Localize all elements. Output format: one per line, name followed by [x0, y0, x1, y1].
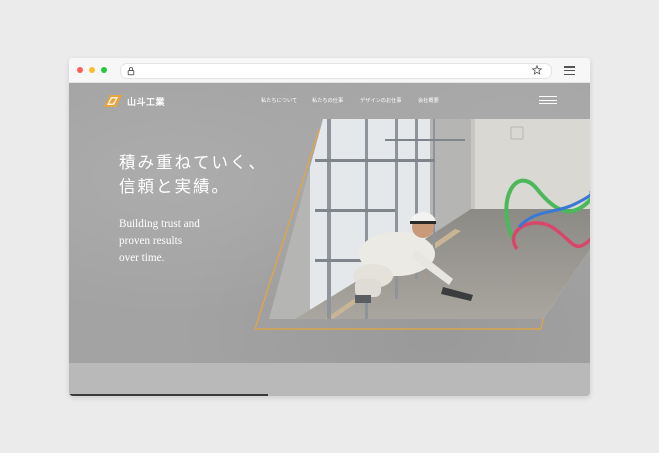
headline-line-2: 信頼と実績。: [119, 177, 230, 196]
tagline-line-3: over time.: [119, 252, 165, 264]
construction-photo: [269, 119, 590, 319]
lock-icon: [127, 67, 135, 76]
nav-item-company[interactable]: 会社概要: [418, 97, 439, 104]
minimize-window-button[interactable]: [89, 67, 95, 73]
nav-item-design[interactable]: デザインのお仕事: [360, 97, 402, 104]
hero-tagline: Building trust and proven results over t…: [119, 216, 200, 267]
hero-image: [255, 119, 590, 330]
site-menu-icon[interactable]: [539, 96, 557, 105]
website-viewport: 山斗工業 私たちについて 私たちの仕事 デザインのお仕事 会社概要 積み重ねてい…: [69, 83, 590, 396]
main-navigation: 私たちについて 私たちの仕事 デザインのお仕事 会社概要: [69, 97, 590, 107]
hero-headline: 積み重ねていく、 信頼と実績。: [119, 151, 267, 199]
browser-window: 山斗工業 私たちについて 私たちの仕事 デザインのお仕事 会社概要 積み重ねてい…: [69, 58, 590, 396]
next-section: [69, 363, 590, 396]
next-section-image-edge: [69, 394, 268, 396]
close-window-button[interactable]: [77, 67, 83, 73]
address-bar[interactable]: [120, 63, 552, 79]
star-icon[interactable]: [532, 65, 542, 75]
tagline-line-2: proven results: [119, 235, 183, 247]
nav-item-works[interactable]: 私たちの仕事: [312, 97, 343, 104]
maximize-window-button[interactable]: [101, 67, 107, 73]
hamburger-icon[interactable]: [564, 66, 575, 76]
headline-line-1: 積み重ねていく、: [119, 153, 267, 172]
tagline-line-1: Building trust and: [119, 218, 200, 230]
browser-toolbar: [69, 58, 590, 83]
nav-item-about[interactable]: 私たちについて: [261, 97, 297, 104]
